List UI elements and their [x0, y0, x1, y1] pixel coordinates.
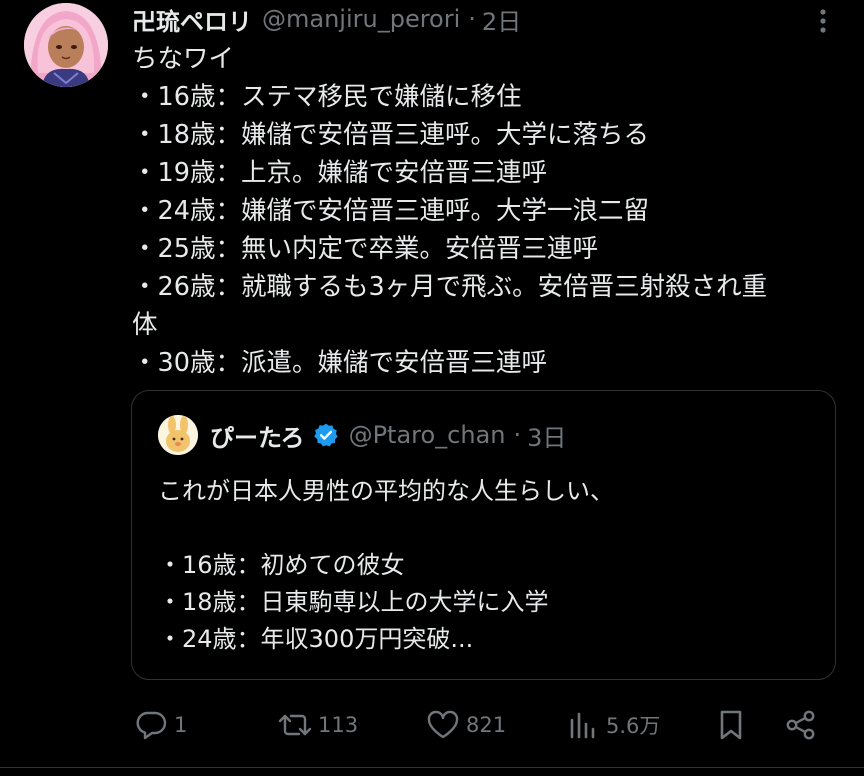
more-options-button[interactable]	[810, 6, 836, 36]
divider	[0, 767, 864, 768]
tweet-action-bar: 1 113 821 5.6万	[0, 700, 864, 750]
quoted-tweet-line: ・16歳：初めての彼女	[158, 551, 405, 579]
tweet-line: 体	[132, 310, 158, 340]
share-button[interactable]	[784, 700, 818, 750]
quoted-tweet-line: ・24歳：年収300万円突破...	[158, 625, 474, 653]
separator-dot: ·	[468, 5, 476, 33]
tweet-line: ・16歳：ステマ移民で嫌儲に移住	[132, 82, 522, 112]
tweet-time[interactable]: 2日	[482, 2, 521, 37]
quoted-tweet-time[interactable]: 3日	[527, 418, 566, 453]
author-avatar[interactable]	[24, 3, 108, 87]
tweet-text: ちなワイ ・16歳：ステマ移民で嫌儲に移住 ・18歳：嫌儲で安倍晋三連呼。大学に…	[132, 40, 832, 382]
heart-icon	[427, 710, 459, 739]
quoted-author-avatar[interactable]	[158, 415, 198, 455]
quoted-tweet[interactable]: ぴーたろ @Ptaro_chan · 3日 これが日本人男性の平均的な人生らしい…	[131, 390, 836, 680]
tweet-line: ・26歳：就職するも3ヶ月で飛ぶ。安倍晋三射殺され重	[132, 272, 768, 302]
reply-icon	[136, 711, 167, 740]
quoted-author-handle[interactable]: @Ptaro_chan	[349, 421, 506, 449]
repost-count: 113	[318, 713, 359, 737]
bookmark-button[interactable]	[716, 700, 746, 750]
more-vertical-icon	[820, 9, 826, 33]
reply-count: 1	[174, 713, 188, 737]
author-display-name[interactable]: 卍琉ペロリ	[132, 2, 252, 37]
repost-icon	[278, 714, 312, 736]
tweet-line: ・30歳：派遣。嫌儲で安倍晋三連呼	[132, 348, 547, 378]
quoted-tweet-text: これが日本人男性の平均的な人生らしい、 ・16歳：初めての彼女 ・18歳：日東駒…	[158, 473, 818, 658]
reply-button[interactable]: 1	[134, 700, 187, 750]
quoted-tweet-line: これが日本人男性の平均的な人生らしい、	[158, 477, 614, 505]
tweet-line: ・18歳：嫌儲で安倍晋三連呼。大学に落ちる	[132, 120, 649, 150]
views-chart-icon	[570, 712, 595, 739]
like-count: 821	[466, 713, 507, 737]
rabbit-avatar-image	[158, 415, 198, 455]
verified-badge-icon	[313, 423, 338, 447]
share-icon	[786, 710, 815, 740]
author-handle[interactable]: @manjiru_perori	[262, 5, 460, 33]
views-count: 5.6万	[606, 714, 661, 738]
quoted-tweet-line: ・18歳：日東駒専以上の大学に入学	[158, 588, 549, 616]
tweet-line: ・24歳：嫌儲で安倍晋三連呼。大学一浪二留	[132, 196, 649, 226]
tweet-header: 卍琉ペロリ @manjiru_perori · 2日	[132, 2, 521, 36]
repost-button[interactable]: 113	[278, 700, 358, 750]
separator-dot: ·	[513, 421, 522, 449]
tweet-line: ・25歳：無い内定で卒業。安倍晋三連呼	[132, 234, 598, 264]
quoted-author-display-name[interactable]: ぴーたろ	[210, 418, 305, 453]
quoted-tweet-line	[158, 510, 818, 547]
tweet-line: ・19歳：上京。嫌儲で安倍晋三連呼	[132, 158, 547, 188]
bookmark-icon	[720, 710, 742, 740]
quoted-tweet-header: ぴーたろ @Ptaro_chan · 3日	[210, 417, 566, 453]
avatar-image	[24, 3, 108, 87]
like-button[interactable]: 821	[426, 700, 506, 750]
tweet-line: ちなワイ	[132, 44, 235, 74]
views-button[interactable]: 5.6万	[568, 700, 660, 750]
